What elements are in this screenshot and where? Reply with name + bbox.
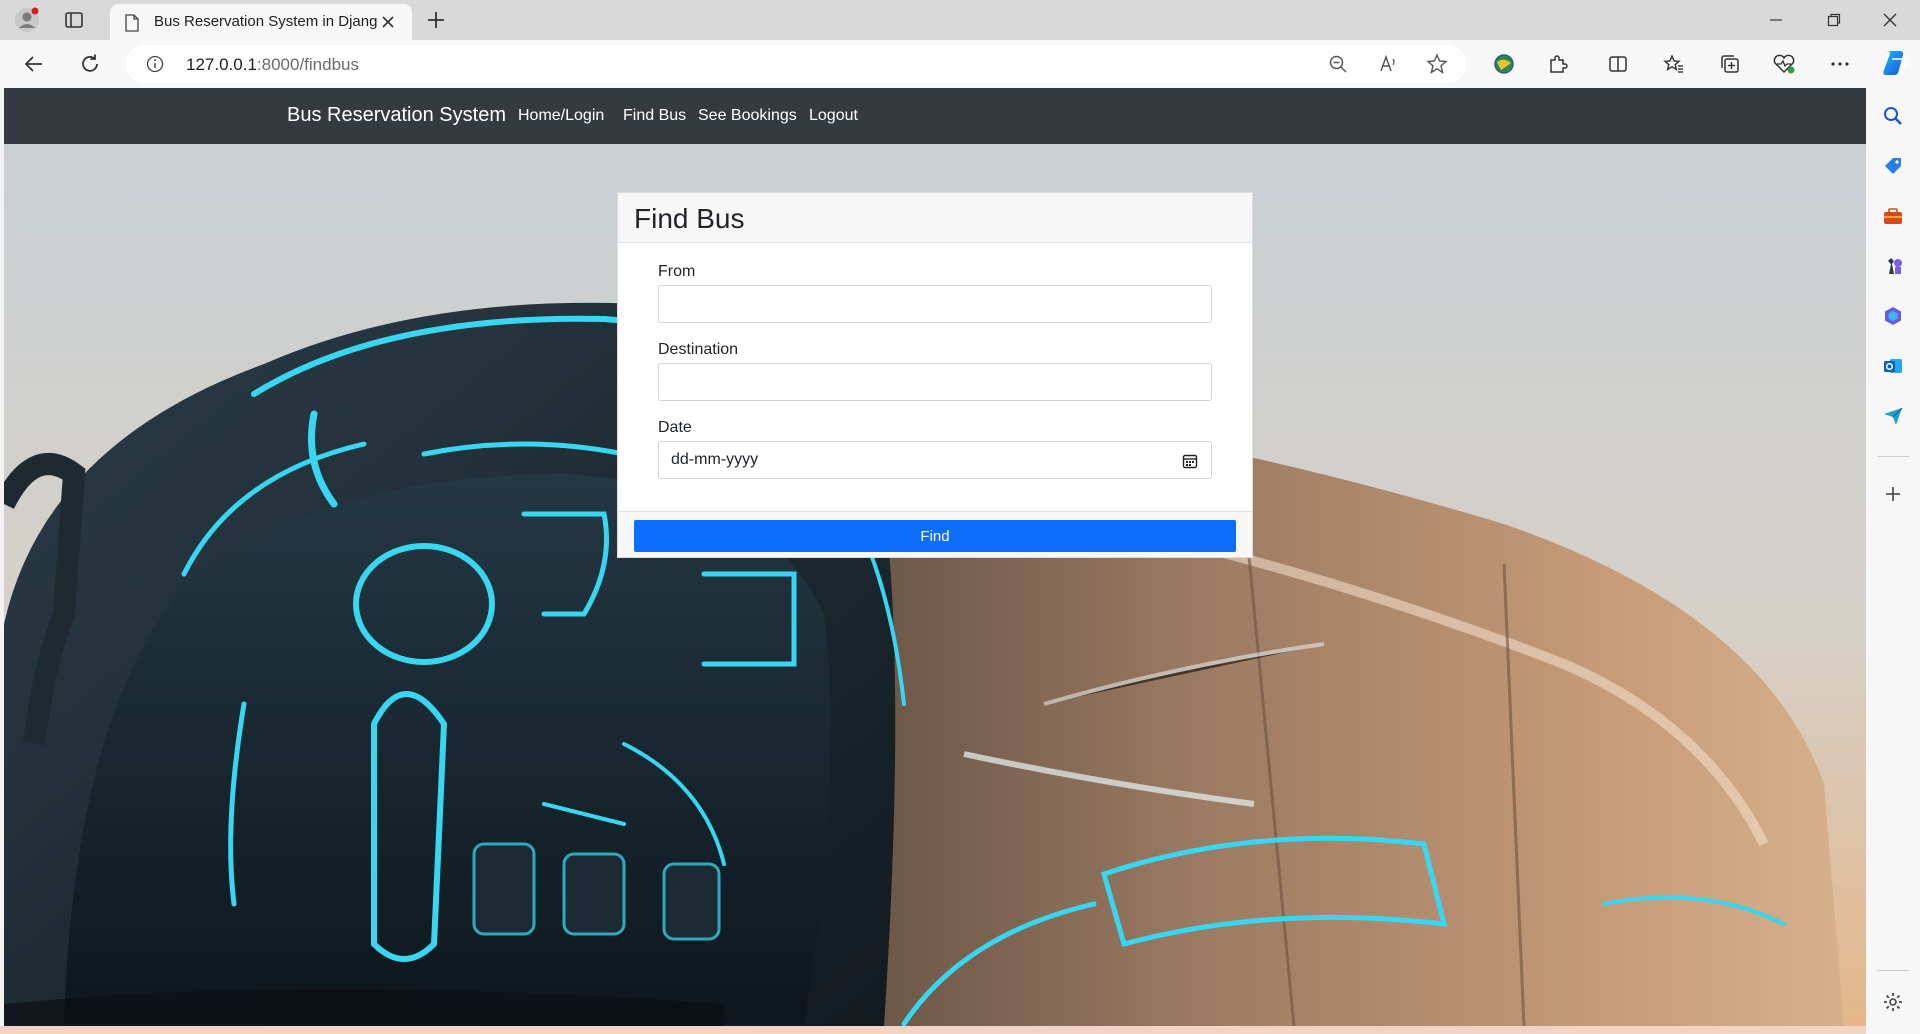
site-info-icon[interactable] xyxy=(146,55,164,73)
refresh-button[interactable] xyxy=(76,50,104,78)
nav-link-logout[interactable]: Logout xyxy=(809,107,858,125)
active-tab[interactable]: Bus Reservation System in Djang xyxy=(110,4,412,40)
zoom-out-icon[interactable] xyxy=(1328,54,1348,74)
card-header: Find Bus xyxy=(618,193,1252,243)
navbar-brand[interactable]: Bus Reservation System xyxy=(287,104,506,127)
from-label: From xyxy=(658,263,696,280)
refresh-icon xyxy=(82,54,98,72)
microsoft-365-icon xyxy=(1885,307,1901,325)
sidebar-settings[interactable] xyxy=(1881,990,1905,1014)
destination-label: Destination xyxy=(658,341,739,358)
collections-icon xyxy=(1721,55,1739,73)
sidebar-m365[interactable] xyxy=(1881,304,1905,328)
page-title: Find Bus xyxy=(634,203,745,234)
favorites-icon xyxy=(1663,54,1683,73)
more-icon xyxy=(1831,62,1849,66)
back-button[interactable] xyxy=(20,50,48,78)
edge-sidebar xyxy=(1866,88,1920,1034)
nav-link-find-bus[interactable]: Find Bus xyxy=(623,107,686,125)
search-icon xyxy=(1884,107,1902,125)
add-icon xyxy=(1886,487,1900,501)
url-path: :8000/findbus xyxy=(256,55,359,74)
destination-input[interactable] xyxy=(658,363,1212,401)
minimize-icon xyxy=(1770,19,1782,21)
copilot-icon[interactable] xyxy=(1878,47,1910,79)
sidebar-divider-bottom xyxy=(1877,970,1909,971)
tab-title: Bus Reservation System in Djang xyxy=(154,13,378,30)
date-label: Date xyxy=(658,419,692,436)
sidebar-divider xyxy=(1877,456,1909,457)
read-aloud-icon[interactable] xyxy=(1378,54,1398,74)
extension-globe-button[interactable] xyxy=(1490,50,1518,78)
restore-icon xyxy=(1827,13,1841,27)
collections-button[interactable] xyxy=(1716,50,1744,78)
split-screen-icon xyxy=(1609,56,1627,72)
settings-icon xyxy=(1884,993,1902,1011)
games-icon xyxy=(1888,258,1902,274)
tools-icon xyxy=(1884,208,1902,224)
profile-icon[interactable] xyxy=(14,7,40,33)
favorite-star-icon[interactable] xyxy=(1426,53,1448,75)
address-bar[interactable]: 127.0.0.1:8000/findbus xyxy=(126,45,1466,83)
new-tab-icon[interactable] xyxy=(424,8,448,32)
extensions-button[interactable] xyxy=(1544,50,1572,78)
bottom-edge xyxy=(0,1026,1866,1034)
page-icon xyxy=(125,14,139,32)
more-button[interactable] xyxy=(1826,50,1854,78)
favorites-button[interactable] xyxy=(1660,50,1688,78)
extension-globe-icon xyxy=(1494,54,1514,74)
split-screen-button[interactable] xyxy=(1604,50,1632,78)
browser-toolbar: 127.0.0.1:8000/findbus xyxy=(0,40,1920,88)
page-viewport: Bus Reservation System Home/Login Find B… xyxy=(4,88,1866,1026)
sidebar-add[interactable] xyxy=(1881,482,1905,506)
close-tab-icon[interactable] xyxy=(378,12,398,32)
tab-actions-icon[interactable] xyxy=(62,8,86,32)
nav-link-see-bookings[interactable]: See Bookings xyxy=(698,107,797,125)
browser-essentials-icon xyxy=(1773,54,1795,74)
card-footer: Find xyxy=(618,511,1252,557)
calendar-icon[interactable] xyxy=(1181,452,1199,470)
send-icon xyxy=(1884,407,1903,425)
restore-button[interactable] xyxy=(1806,0,1862,40)
browser-essentials-button[interactable] xyxy=(1770,50,1798,78)
extensions-icon xyxy=(1550,55,1568,73)
find-button[interactable]: Find xyxy=(634,520,1236,552)
nav-link-home-login[interactable]: Home/Login xyxy=(518,107,604,125)
find-bus-card: Find Bus From Destination Date dd-mm-yyy… xyxy=(617,192,1253,558)
date-input[interactable]: dd-mm-yyyy xyxy=(658,441,1212,479)
sidebar-search[interactable] xyxy=(1881,104,1905,128)
sidebar-shopping[interactable] xyxy=(1881,154,1905,178)
close-window-button[interactable] xyxy=(1862,0,1918,40)
sidebar-tools[interactable] xyxy=(1881,204,1905,228)
sidebar-outlook[interactable] xyxy=(1881,354,1905,378)
browser-titlebar: Bus Reservation System in Djang xyxy=(0,0,1920,40)
url-host: 127.0.0.1 xyxy=(186,55,257,74)
site-navbar: Bus Reservation System Home/Login Find B… xyxy=(4,88,1866,144)
from-input[interactable] xyxy=(658,285,1212,323)
minimize-button[interactable] xyxy=(1748,0,1804,40)
back-icon xyxy=(24,56,42,72)
url-text[interactable]: 127.0.0.1:8000/findbus xyxy=(186,55,359,75)
outlook-icon xyxy=(1884,359,1902,373)
sidebar-send[interactable] xyxy=(1881,404,1905,428)
date-placeholder: dd-mm-yyyy xyxy=(671,451,759,468)
close-window-icon xyxy=(1883,13,1897,27)
sidebar-games[interactable] xyxy=(1881,254,1905,278)
shopping-tag-icon xyxy=(1885,158,1901,174)
